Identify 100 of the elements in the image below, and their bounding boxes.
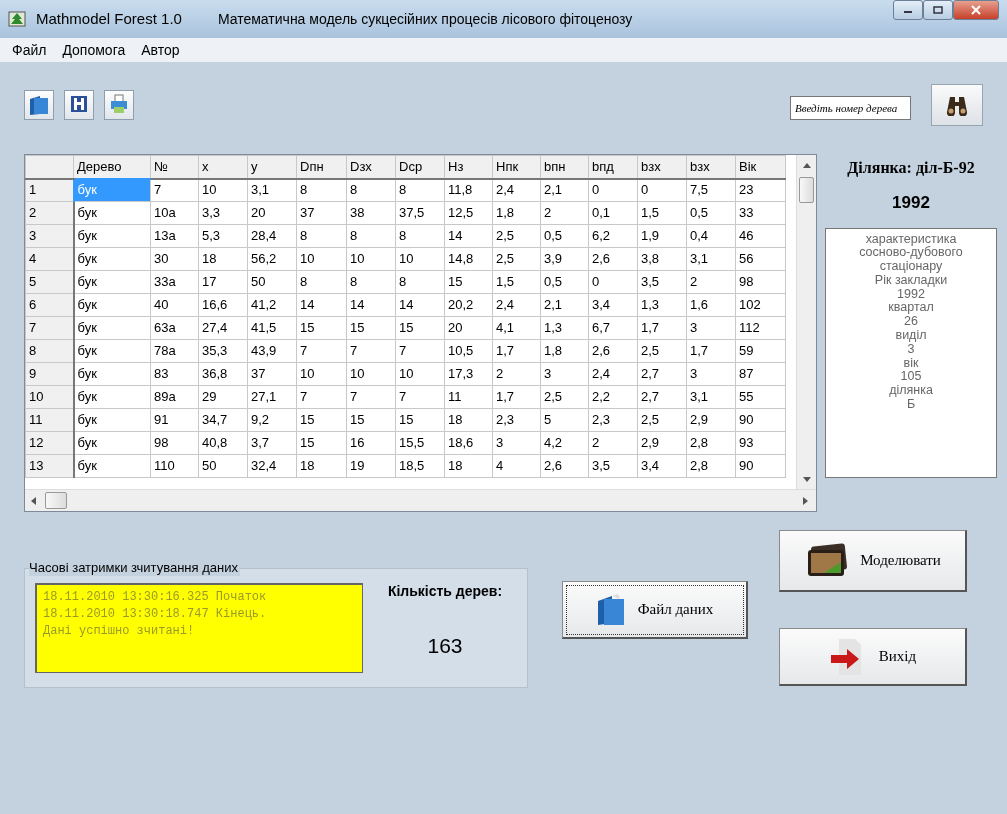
table-cell[interactable]: 2,9 (686, 408, 736, 432)
table-cell[interactable]: 7 (395, 385, 445, 409)
table-cell[interactable]: 35,3 (198, 339, 248, 363)
table-cell[interactable]: 112 (735, 316, 786, 340)
search-field[interactable]: Введіть номер дерева (790, 96, 911, 120)
table-cell[interactable]: 6,2 (588, 224, 638, 248)
table-cell[interactable]: 14 (444, 224, 493, 248)
table-cell[interactable]: 7 (296, 339, 347, 363)
table-cell[interactable]: 16 (346, 431, 396, 455)
table-cell[interactable]: 3,1 (247, 178, 297, 202)
table-cell[interactable]: 27,1 (247, 385, 297, 409)
table-cell[interactable]: 50 (247, 270, 297, 294)
column-header[interactable]: bпд (588, 155, 638, 179)
table-cell[interactable]: 18 (296, 454, 347, 478)
table-cell[interactable]: 11 (444, 385, 493, 409)
table-cell[interactable]: 17,3 (444, 362, 493, 386)
table-cell[interactable]: 18 (444, 408, 493, 432)
table-cell[interactable]: 15 (395, 408, 445, 432)
table-cell[interactable]: 3,4 (588, 293, 638, 317)
scroll-left-icon[interactable] (31, 497, 36, 505)
table-cell[interactable]: бук (73, 339, 151, 363)
action-button[interactable]: Файл даних (562, 581, 748, 639)
table-cell[interactable]: 63a (150, 316, 199, 340)
table-cell[interactable]: бук (73, 270, 151, 294)
save-button[interactable] (64, 90, 94, 120)
table-cell[interactable]: 4,2 (540, 431, 589, 455)
column-header[interactable]: Hпк (492, 155, 541, 179)
column-header[interactable]: Вік (735, 155, 786, 179)
table-cell[interactable]: 0,5 (686, 201, 736, 225)
table-cell[interactable]: 2,1 (540, 178, 589, 202)
table-cell[interactable]: бук (73, 247, 151, 271)
scroll-right-icon[interactable] (803, 497, 808, 505)
table-cell[interactable]: 30 (150, 247, 199, 271)
table-cell[interactable]: 14,8 (444, 247, 493, 271)
table-cell[interactable]: 4 (492, 454, 541, 478)
table-cell[interactable]: 2,5 (637, 408, 687, 432)
column-header[interactable]: Dзх (346, 155, 396, 179)
open-button[interactable] (24, 90, 54, 120)
table-cell[interactable]: 2,9 (637, 431, 687, 455)
table-cell[interactable]: 56 (735, 247, 786, 271)
table-cell[interactable]: 8 (395, 270, 445, 294)
table-cell[interactable]: 2,5 (492, 247, 541, 271)
table-cell[interactable]: 1,7 (686, 339, 736, 363)
table-cell[interactable]: 27,4 (198, 316, 248, 340)
table-cell[interactable]: 6,7 (588, 316, 638, 340)
column-header[interactable]: Dпн (296, 155, 347, 179)
column-header[interactable]: Dср (395, 155, 445, 179)
table-cell[interactable]: 38 (346, 201, 396, 225)
table-cell[interactable]: 10 (296, 247, 347, 271)
table-cell[interactable]: 2 (540, 201, 589, 225)
table-cell[interactable]: 18,6 (444, 431, 493, 455)
table-cell[interactable]: 5,3 (198, 224, 248, 248)
table-cell[interactable]: 46 (735, 224, 786, 248)
column-header[interactable]: bпн (540, 155, 589, 179)
table-cell[interactable]: 1,7 (637, 316, 687, 340)
table-cell[interactable]: 87 (735, 362, 786, 386)
table-cell[interactable]: 1,7 (492, 339, 541, 363)
column-header[interactable]: № (150, 155, 199, 179)
table-cell[interactable]: 15 (346, 316, 396, 340)
menu-item[interactable]: Допомога (56, 37, 132, 63)
table-cell[interactable]: 20,2 (444, 293, 493, 317)
table-cell[interactable]: 2,7 (637, 362, 687, 386)
table-cell[interactable]: 7 (395, 339, 445, 363)
table-cell[interactable]: бук (73, 454, 151, 478)
table-cell[interactable]: 3,7 (247, 431, 297, 455)
table-cell[interactable]: 17 (198, 270, 248, 294)
row-header[interactable]: 12 (25, 431, 74, 455)
table-cell[interactable]: 14 (395, 293, 445, 317)
column-header[interactable]: bзх (637, 155, 687, 179)
menu-item[interactable]: Файл (6, 37, 53, 63)
table-cell[interactable]: 83 (150, 362, 199, 386)
table-cell[interactable]: бук (73, 385, 151, 409)
table-cell[interactable]: 2,3 (588, 408, 638, 432)
table-cell[interactable]: 34,7 (198, 408, 248, 432)
row-header[interactable]: 1 (25, 178, 74, 202)
column-header[interactable]: y (247, 155, 297, 179)
table-cell[interactable]: 0,1 (588, 201, 638, 225)
table-cell[interactable]: 2,2 (588, 385, 638, 409)
table-cell[interactable]: 1,3 (637, 293, 687, 317)
table-cell[interactable]: 43,9 (247, 339, 297, 363)
table-cell[interactable]: 3,9 (540, 247, 589, 271)
menu-item[interactable]: Автор (135, 37, 186, 63)
table-cell[interactable]: 8 (296, 224, 347, 248)
table-cell[interactable]: 12,5 (444, 201, 493, 225)
table-cell[interactable]: 56,2 (247, 247, 297, 271)
table-cell[interactable]: 102 (735, 293, 786, 317)
table-cell[interactable]: 1,6 (686, 293, 736, 317)
table-cell[interactable]: 3,3 (198, 201, 248, 225)
table-cell[interactable]: 1,7 (492, 385, 541, 409)
column-header[interactable]: Hз (444, 155, 493, 179)
row-header[interactable]: 11 (25, 408, 74, 432)
vertical-scrollbar[interactable] (796, 155, 816, 490)
table-cell[interactable]: 4,1 (492, 316, 541, 340)
table-cell[interactable]: 37 (247, 362, 297, 386)
row-header[interactable]: 6 (25, 293, 74, 317)
table-cell[interactable]: 18 (444, 454, 493, 478)
table-cell[interactable]: 2,6 (588, 247, 638, 271)
table-cell[interactable]: 23 (735, 178, 786, 202)
table-cell[interactable]: 16,6 (198, 293, 248, 317)
table-cell[interactable]: 15 (395, 316, 445, 340)
